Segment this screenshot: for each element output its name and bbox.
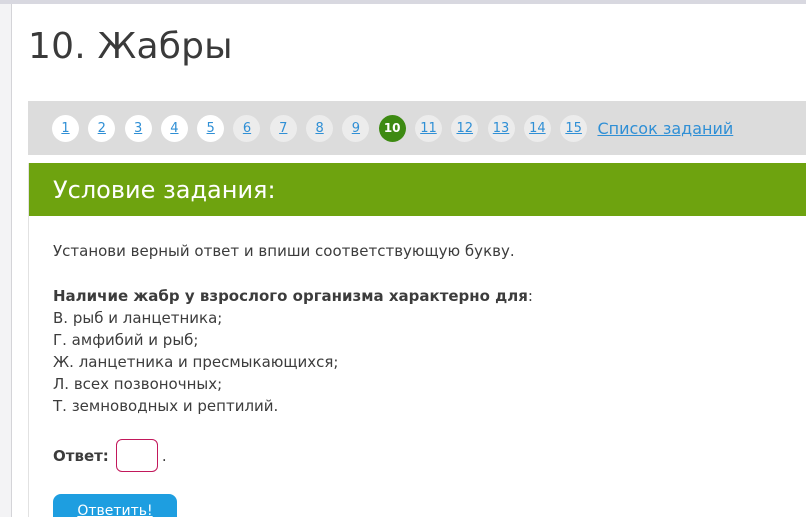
pager-page-8[interactable]: 8 (306, 114, 334, 142)
pager-page-10-current[interactable]: 10 (378, 114, 406, 142)
pager-page-5[interactable]: 5 (197, 114, 225, 142)
task-question: Наличие жабр у взрослого организма харак… (53, 287, 528, 305)
answer-input[interactable] (115, 439, 158, 472)
task-question-colon: : (527, 287, 533, 305)
pager-page-4[interactable]: 4 (160, 114, 188, 142)
pager-page-7[interactable]: 7 (269, 114, 297, 142)
task-list-link[interactable]: Список заданий (597, 119, 733, 138)
task-instruction: Установи верный ответ и впиши соответств… (53, 242, 515, 260)
pager-page-9[interactable]: 9 (342, 114, 370, 142)
task-pager: 1 2 3 4 5 6 7 8 9 10 11 12 13 14 15 Спис… (28, 101, 806, 155)
task-question-line: Наличие жабр у взрослого организма харак… (53, 285, 806, 307)
task-header: Условие задания: (29, 163, 806, 216)
answer-row: Ответ: . (53, 439, 806, 472)
pager-page-14[interactable]: 14 (523, 114, 551, 142)
top-border (0, 0, 806, 4)
left-rail (0, 4, 12, 517)
option-v: В. рыб и ланцетника; (53, 309, 223, 327)
option-t: Т. земноводных и рептилий. (53, 397, 279, 415)
task-body: Установи верный ответ и впиши соответств… (29, 216, 806, 517)
pager-page-12[interactable]: 12 (451, 114, 479, 142)
pager-page-1[interactable]: 1 (52, 114, 79, 142)
submit-button[interactable]: Ответить! (53, 494, 177, 517)
pager-page-6[interactable]: 6 (233, 114, 261, 142)
pager-page-15[interactable]: 15 (560, 114, 588, 142)
option-zh: Ж. ланцетника и пресмыкающихся; (53, 353, 339, 371)
answer-label: Ответ: (53, 446, 109, 465)
pager-page-2[interactable]: 2 (88, 114, 116, 142)
pager-page-11[interactable]: 11 (414, 114, 442, 142)
option-l: Л. всех позвоночных; (53, 375, 223, 393)
option-g: Г. амфибий и рыб; (53, 331, 199, 349)
pager-page-13[interactable]: 13 (487, 114, 515, 142)
answer-period: . (161, 446, 167, 465)
page-title: 10. Жабры (28, 26, 233, 67)
task-panel: Условие задания: Установи верный ответ и… (28, 163, 806, 517)
pager-page-3[interactable]: 3 (124, 114, 152, 142)
